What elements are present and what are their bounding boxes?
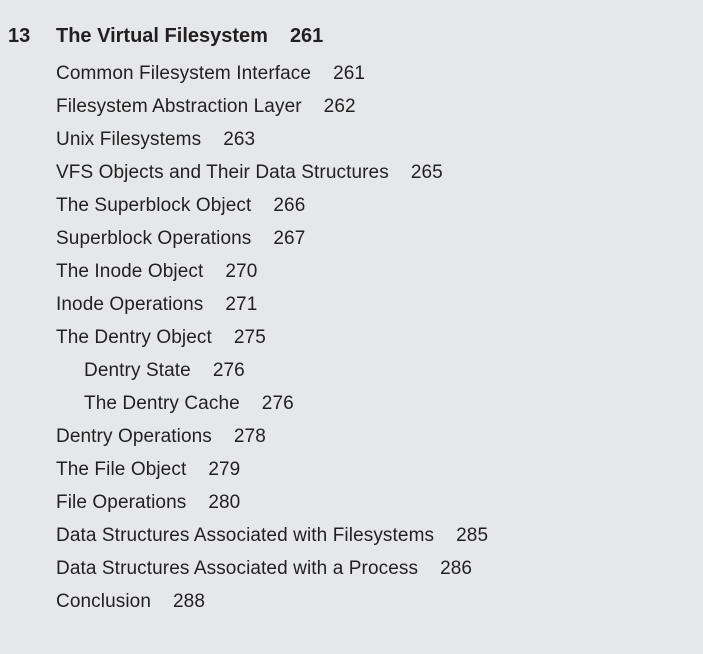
toc-entry-title: Filesystem Abstraction Layer [56, 96, 302, 117]
toc-entry: Dentry Operations 278 [56, 420, 488, 453]
toc-entry-title: Unix Filesystems [56, 129, 202, 150]
toc-entry-title: Data Structures Associated with Filesyst… [56, 525, 435, 546]
toc-entry-title: The Dentry Object [56, 327, 212, 348]
toc-entry: Inode Operations 271 [56, 288, 488, 321]
toc-entry: The File Object 279 [56, 453, 488, 486]
toc-entry: Data Structures Associated with Filesyst… [56, 519, 488, 552]
toc-entry: The Dentry Object 275 [56, 321, 488, 354]
toc-entry-title: Conclusion [56, 591, 151, 612]
toc-entry-title: File Operations [56, 492, 187, 513]
toc-entry-title: The File Object [56, 459, 187, 480]
toc-entry-title: Dentry Operations [56, 426, 212, 447]
toc-entry-page: 278 [233, 426, 266, 447]
toc-entry-page: 266 [273, 195, 306, 216]
toc-entry-page: 275 [233, 327, 266, 348]
toc-subentry: The Dentry Cache 276 [56, 387, 488, 420]
toc-entry: Common Filesystem Interface 261 [56, 57, 488, 90]
toc-entry-page: 286 [440, 558, 473, 579]
toc-entry-page: 280 [208, 492, 241, 513]
chapter-title: The Virtual Filesystem [56, 25, 268, 47]
toc-entry-page: 279 [208, 459, 241, 480]
toc-entry: Data Structures Associated with a Proces… [56, 552, 488, 585]
toc-entry-page: 285 [456, 525, 489, 546]
toc-entry: Filesystem Abstraction Layer 262 [56, 90, 488, 123]
toc-entry-title: Common Filesystem Interface [56, 63, 312, 84]
toc-entry: Conclusion 288 [56, 585, 488, 618]
toc-entry-title: The Dentry Cache [84, 393, 240, 414]
toc-entry: Unix Filesystems 263 [56, 123, 488, 156]
toc-entry-page: 288 [173, 591, 206, 612]
toc-entry-title: VFS Objects and Their Data Structures [56, 162, 389, 183]
toc-entry: Superblock Operations 267 [56, 222, 488, 255]
toc-entry: The Superblock Object 266 [56, 189, 488, 222]
toc-entry-page: 261 [333, 63, 366, 84]
toc-entries: Common Filesystem Interface 261 Filesyste… [56, 57, 488, 618]
toc-entry-title: Superblock Operations [56, 228, 252, 249]
toc-entry-page: 271 [225, 294, 258, 315]
toc-subentry: Dentry State 276 [56, 354, 488, 387]
toc-entry-page: 265 [410, 162, 443, 183]
chapter-number: 13 [8, 25, 31, 47]
toc-entry-title: Data Structures Associated with a Proces… [56, 558, 419, 579]
toc-entry: VFS Objects and Their Data Structures 265 [56, 156, 488, 189]
toc-entry-title: The Superblock Object [56, 195, 252, 216]
toc-entry-page: 267 [273, 228, 306, 249]
toc-entry-page: 263 [223, 129, 256, 150]
toc-entry-title: Dentry State [84, 360, 191, 381]
chapter-page-number: 261 [289, 25, 324, 47]
toc-entry-page: 270 [225, 261, 258, 282]
toc-entry-page: 276 [212, 360, 245, 381]
toc-entry-title: The Inode Object [56, 261, 204, 282]
toc-entry-page: 276 [261, 393, 294, 414]
chapter-heading: 13 The Virtual Filesystem 261 [8, 22, 323, 50]
toc-entry-title: Inode Operations [56, 294, 204, 315]
toc-entry: File Operations 280 [56, 486, 488, 519]
toc-entry-page: 262 [323, 96, 356, 117]
toc-entry: The Inode Object 270 [56, 255, 488, 288]
